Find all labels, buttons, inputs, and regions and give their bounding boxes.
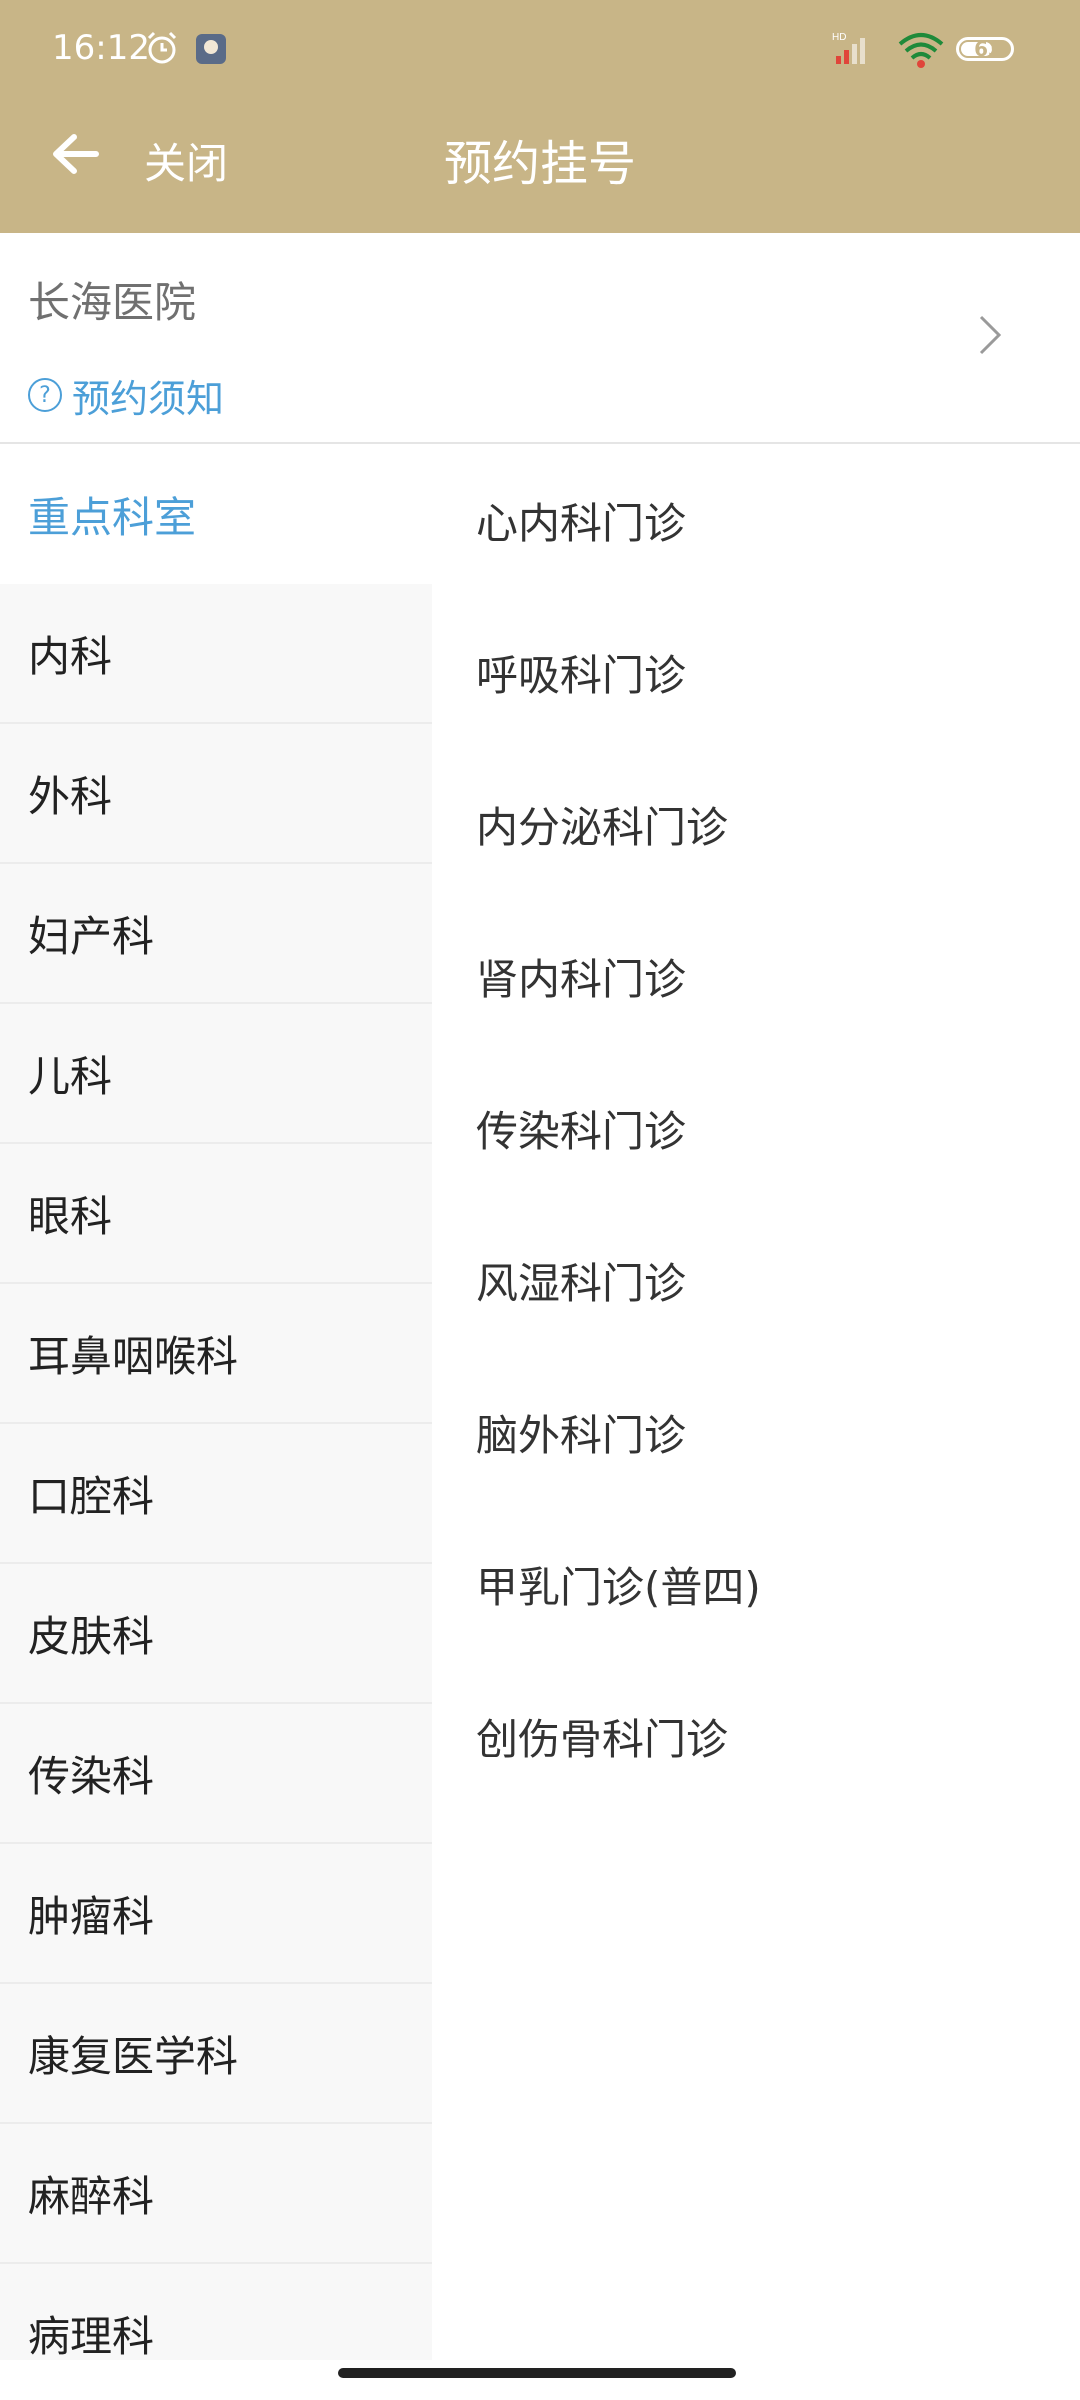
category-item[interactable]: 妇产科 — [0, 864, 432, 1004]
department-item[interactable]: 呼吸科门诊 — [432, 596, 1080, 748]
category-item[interactable]: 肿瘤科 — [0, 1844, 432, 1984]
status-time: 16:12 — [52, 28, 150, 68]
signal-icon: HD — [832, 32, 865, 64]
category-item[interactable]: 耳鼻咽喉科 — [0, 1284, 432, 1424]
department-item[interactable]: 创伤骨科门诊 — [432, 1660, 1080, 1812]
category-item[interactable]: 眼科 — [0, 1144, 432, 1284]
appointment-notice-link[interactable]: ? 预约须知 — [28, 369, 224, 421]
home-indicator — [338, 2368, 736, 2378]
department-item[interactable]: 内分泌科门诊 — [432, 748, 1080, 900]
department-item[interactable]: 脑外科门诊 — [432, 1356, 1080, 1508]
category-item[interactable]: 传染科 — [0, 1704, 432, 1844]
department-item[interactable]: 心内科门诊 — [432, 444, 1080, 596]
hospital-panel[interactable]: 长海医院 ? 预约须知 — [0, 233, 1080, 444]
department-item[interactable]: 甲乳门诊(普四) — [432, 1508, 1080, 1660]
app-header: 16:12 HD 63 关闭 预约挂号 — [0, 0, 1080, 233]
wifi-icon — [898, 33, 944, 68]
battery-percent: 63 — [974, 37, 1002, 61]
alarm-icon — [147, 31, 177, 64]
category-list: 重点科室 内科 外科 妇产科 儿科 眼科 耳鼻咽喉科 口腔科 皮肤科 传染科 肿瘤科 康复医学科 麻醉科… — [0, 444, 432, 2360]
category-item[interactable]: 皮肤科 — [0, 1564, 432, 1704]
category-item[interactable]: 麻醉科 — [0, 2124, 432, 2264]
department-browser: 重点科室 内科 外科 妇产科 儿科 眼科 耳鼻咽喉科 口腔科 皮肤科 传染科 肿瘤科 康复医学科 麻醉科… — [0, 444, 1080, 2360]
hospital-name: 长海医院 — [28, 278, 197, 327]
category-item[interactable]: 口腔科 — [0, 1424, 432, 1564]
department-item[interactable]: 肾内科门诊 — [432, 900, 1080, 1052]
chevron-right-icon[interactable] — [975, 313, 1005, 357]
category-item[interactable]: 外科 — [0, 724, 432, 864]
category-item[interactable]: 重点科室 — [0, 444, 432, 584]
category-item[interactable]: 内科 — [0, 584, 432, 724]
category-item[interactable]: 儿科 — [0, 1004, 432, 1144]
category-item[interactable]: 康复医学科 — [0, 1984, 432, 2124]
svg-text:HD: HD — [832, 32, 846, 43]
question-icon: ? — [28, 378, 62, 412]
notice-label: 预约须知 — [72, 376, 225, 421]
battery-icon: 63 — [956, 37, 1014, 61]
app-badge-icon — [196, 34, 226, 64]
department-list: 心内科门诊 呼吸科门诊 内分泌科门诊 肾内科门诊 传染科门诊 风湿科门诊 脑外科门诊 甲乳门诊… — [432, 444, 1080, 2360]
category-item[interactable]: 病理科 — [0, 2264, 432, 2360]
page-title: 预约挂号 — [443, 136, 636, 192]
department-item[interactable]: 风湿科门诊 — [432, 1204, 1080, 1356]
department-item[interactable]: 传染科门诊 — [432, 1052, 1080, 1204]
